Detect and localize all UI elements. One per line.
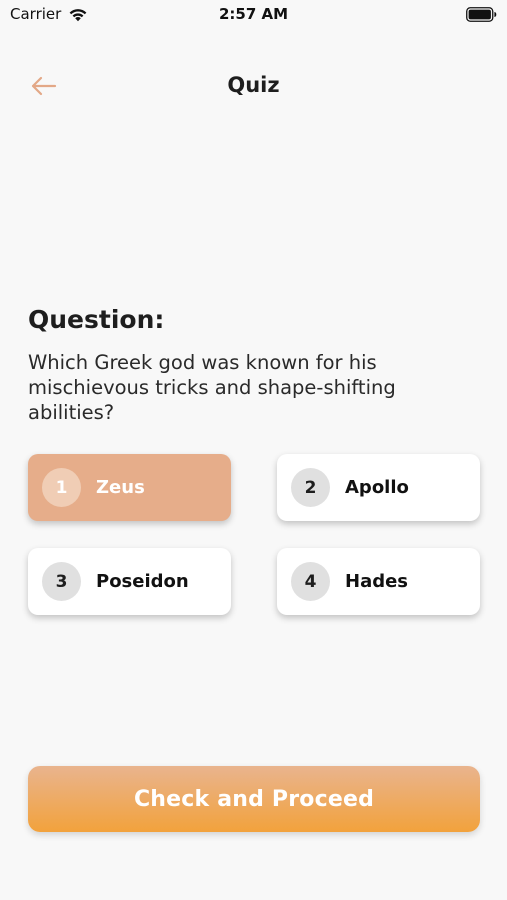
page-title: Quiz [227,73,280,97]
option-label: Poseidon [96,571,189,592]
option-number-badge: 1 [42,468,81,507]
battery-icon [466,7,497,22]
option-label: Apollo [345,477,409,498]
answer-option-4[interactable]: 4 Hades [277,548,480,615]
option-label: Zeus [96,477,145,498]
answer-option-2[interactable]: 2 Apollo [277,454,480,521]
answer-option-1[interactable]: 1 Zeus [28,454,231,521]
option-label: Hades [345,571,409,592]
answer-option-3[interactable]: 3 Poseidon [28,548,231,615]
question-text: Which Greek god was known for his mischi… [28,351,396,424]
question-heading: Question: [28,305,165,334]
option-number-badge: 2 [291,468,330,507]
option-number-badge: 3 [42,562,81,601]
status-bar: Carrier 2:57 AM [0,0,507,30]
option-number-badge: 4 [291,562,330,601]
status-time: 2:57 AM [218,5,289,23]
check-and-proceed-button[interactable]: Check and Proceed [28,766,480,832]
proceed-button-label: Check and Proceed [133,786,375,812]
